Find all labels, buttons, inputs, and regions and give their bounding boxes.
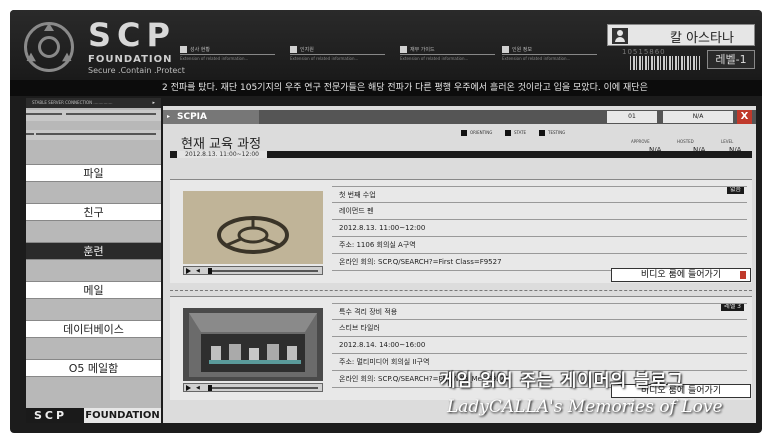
header-block-detail: Extension of related information...: [400, 56, 469, 61]
course-thumbnail: [183, 308, 323, 381]
seek-handle[interactable]: [208, 268, 212, 274]
course-instructor: 레이먼드 펜: [332, 203, 747, 220]
tab-na: N/A: [663, 111, 733, 123]
header-block-label: 성사 현황: [190, 47, 210, 53]
join-button-label: 비디오 룸에 들어가기: [640, 270, 722, 280]
arrow-right-icon: ▸: [152, 100, 155, 106]
play-icon[interactable]: [186, 385, 191, 391]
course-name: 첫 번째 수업: [332, 186, 747, 203]
divider: [26, 110, 161, 121]
brand-title: SCP: [88, 16, 176, 54]
barcode-icon: [630, 56, 700, 70]
header-block-detail: Extension of related information...: [502, 56, 571, 61]
course-time: 2012.8.14. 14:00~16:00: [332, 337, 747, 354]
seek-handle[interactable]: [208, 385, 212, 391]
legend-item: STATE: [514, 130, 527, 135]
sidebar-item-training[interactable]: 훈련: [26, 242, 161, 260]
brand-tagline: Secure .Contain .Protect: [88, 66, 185, 75]
seek-bar[interactable]: [208, 387, 318, 389]
header-block-1[interactable]: 성사 현황 Extension of related information..…: [180, 46, 275, 64]
volume-icon[interactable]: ◀: [196, 385, 200, 391]
tab-bar: ▸ SCPIA 01 N/A X: [163, 110, 756, 124]
user-profile[interactable]: 칼 아스타나: [607, 24, 755, 46]
sidebar-item-mail[interactable]: 메일: [26, 281, 161, 299]
sidebar-item-o5-mailbox[interactable]: O5 메일함: [26, 359, 161, 377]
scp-logo-icon: [24, 22, 74, 72]
user-name: 칼 아스타나: [670, 31, 734, 46]
course-name: 특수 격리 장비 적용: [332, 303, 747, 320]
user-icon: [612, 28, 628, 44]
status-indicator-icon: [740, 271, 746, 279]
watermark-english: LadyCALLA's Memories of Love: [447, 397, 723, 417]
header-block-label: 인원 정보: [512, 47, 532, 53]
header-block-detail: Extension of related information...: [290, 56, 359, 61]
sidebar-item-database[interactable]: 데이터베이스: [26, 320, 161, 338]
header-block-label: 재무 가이드: [410, 47, 435, 53]
stat-label: HOSTED: [677, 139, 694, 144]
stat-label: APPROVE: [631, 139, 650, 144]
tab-scpia[interactable]: ▸ SCPIA: [163, 110, 259, 124]
sidebar-item-friends[interactable]: 친구: [26, 203, 161, 221]
news-ticker: 2 전파를 탔다. 재단 105기지의 우주 연구 전문가들은 해당 전파가 다…: [10, 80, 762, 96]
course-instructor: 스티브 타일러: [332, 320, 747, 337]
tab-label: SCPIA: [177, 112, 207, 122]
header-block-2[interactable]: 인지원 Extension of related information...: [290, 46, 385, 64]
connection-status: STABLE SERVER CONNECTION ...............…: [26, 98, 161, 108]
close-button[interactable]: X: [737, 110, 752, 124]
seek-bar[interactable]: [208, 270, 318, 272]
join-video-room-button[interactable]: 비디오 룸에 들어가기: [611, 268, 751, 282]
course-thumbnail: [183, 191, 323, 264]
title-date: 2012.8.13. 11:00~12:00: [177, 151, 267, 158]
user-id: 10515860: [622, 48, 666, 56]
status-legend: ORIENTING STATE TESTING: [461, 129, 581, 139]
course-address: 주소: 1106 회의실 A구역: [332, 237, 747, 254]
sidebar-logo-scp: SCP: [34, 409, 68, 422]
header-block-4[interactable]: 인원 정보 Extension of related information..…: [502, 46, 597, 64]
sidebar-logo-foundation: FOUNDATION: [84, 408, 161, 423]
divider: [26, 130, 161, 140]
course-details: 첫 번째 수업 레이먼드 펜 2012.8.13. 11:00~12:00 주소…: [332, 186, 747, 271]
video-player-controls[interactable]: ◀: [183, 383, 323, 392]
video-player-controls[interactable]: ◀: [183, 266, 323, 275]
brand-subtitle: FOUNDATION: [88, 54, 173, 65]
legend-item: TESTING: [548, 130, 566, 135]
page-title: 현재 교육 과정: [181, 137, 262, 152]
tab-number: 01: [607, 111, 657, 123]
volume-icon[interactable]: ◀: [196, 268, 200, 274]
course-time: 2012.8.13. 11:00~12:00: [332, 220, 747, 237]
sidebar-logo: SCP FOUNDATION: [26, 408, 161, 423]
header: SCP FOUNDATION Secure .Contain .Protect …: [10, 10, 762, 80]
header-block-3[interactable]: 재무 가이드 Extension of related information.…: [400, 46, 495, 64]
stat-label: LEVEL: [721, 139, 734, 144]
divider: [170, 290, 752, 291]
play-icon[interactable]: [186, 268, 191, 274]
header-block-label: 인지원: [300, 47, 314, 53]
watermark-korean: 게임 읽어 주는 게이머의 블로그: [440, 371, 684, 391]
connection-status-label: STABLE SERVER CONNECTION ...............: [32, 100, 113, 105]
header-block-detail: Extension of related information...: [180, 56, 249, 61]
course-card: ◀ 없음 첫 번째 수업 레이먼드 펜 2012.8.13. 11:00~12:…: [170, 179, 752, 283]
legend-item: ORIENTING: [470, 130, 493, 135]
arrow-right-icon: ▸: [167, 113, 171, 120]
sidebar-item-files[interactable]: 파일: [26, 164, 161, 182]
sidebar: STABLE SERVER CONNECTION ...............…: [26, 98, 161, 423]
level-badge: 레벨-1: [707, 50, 755, 69]
